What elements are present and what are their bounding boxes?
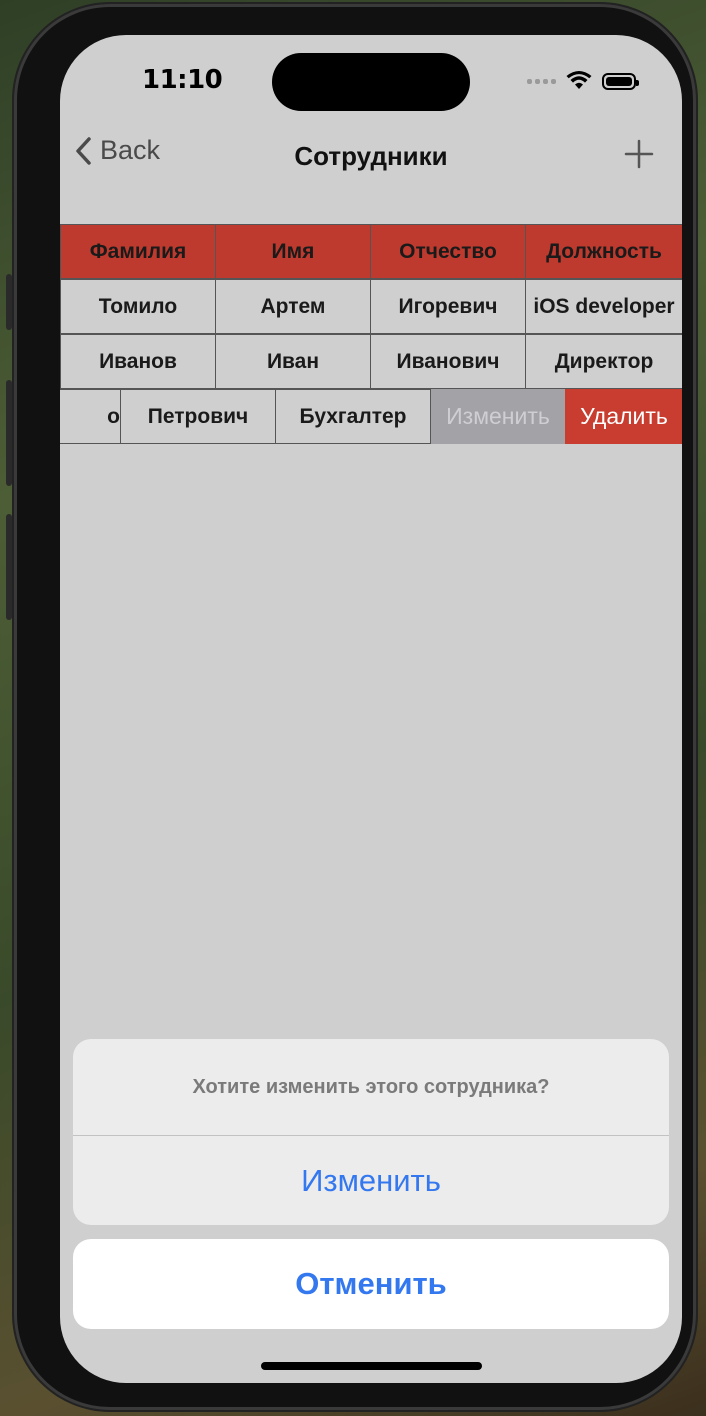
home-indicator[interactable] bbox=[261, 1362, 482, 1370]
wifi-icon bbox=[566, 71, 592, 89]
cell-lastname: Иванов bbox=[60, 334, 216, 389]
cell-position: Бухгалтер bbox=[275, 389, 431, 444]
cell-patronymic: Петрович bbox=[120, 389, 276, 444]
table-row[interactable]: Томило Артем Игоревич iOS developer bbox=[60, 279, 682, 334]
cell-firstname-clipped: о bbox=[60, 389, 121, 444]
phone-frame: 11:10 Back Сотрудники Фамилия Имя Отчест… bbox=[6, 4, 696, 1410]
status-icons bbox=[527, 71, 639, 91]
table-header-row: Фамилия Имя Отчество Должность bbox=[60, 224, 682, 279]
volume-down-button bbox=[6, 514, 12, 620]
cell-position: iOS developer bbox=[525, 279, 682, 334]
header-cell-firstname: Имя bbox=[215, 224, 371, 279]
cancel-button[interactable]: Отменить bbox=[73, 1239, 669, 1329]
volume-up-button bbox=[6, 380, 12, 486]
cell-lastname: Томило bbox=[60, 279, 216, 334]
delete-row-button[interactable]: Удалить bbox=[565, 389, 682, 444]
header-cell-lastname: Фамилия bbox=[60, 224, 216, 279]
status-time: 11:10 bbox=[142, 65, 223, 95]
cell-patronymic: Игоревич bbox=[370, 279, 526, 334]
cell-position: Директор bbox=[525, 334, 682, 389]
cell-patronymic: Иванович bbox=[370, 334, 526, 389]
header-cell-position: Должность bbox=[525, 224, 682, 279]
page-title: Сотрудники bbox=[294, 141, 448, 171]
cell-firstname: Иван bbox=[215, 334, 371, 389]
mute-switch bbox=[6, 274, 12, 330]
dynamic-island bbox=[272, 53, 470, 111]
action-sheet-message: Хотите изменить этого сотрудника? bbox=[73, 1039, 669, 1136]
header-cell-patronymic: Отчество bbox=[370, 224, 526, 279]
navigation-bar: Back Сотрудники bbox=[60, 131, 682, 181]
table-row-swiped[interactable]: о Петрович Бухгалтер Изменить Удалить bbox=[60, 389, 682, 444]
action-sheet: Хотите изменить этого сотрудника? Измени… bbox=[73, 1039, 669, 1225]
plus-icon bbox=[624, 139, 654, 169]
signal-icon bbox=[527, 78, 556, 84]
screen: 11:10 Back Сотрудники Фамилия Имя Отчест… bbox=[60, 35, 682, 1383]
cell-firstname: Артем bbox=[215, 279, 371, 334]
battery-icon bbox=[602, 72, 639, 90]
table-row[interactable]: Иванов Иван Иванович Директор bbox=[60, 334, 682, 389]
add-employee-button[interactable] bbox=[624, 139, 654, 174]
edit-row-button[interactable]: Изменить bbox=[431, 389, 565, 444]
confirm-edit-button[interactable]: Изменить bbox=[73, 1136, 669, 1225]
